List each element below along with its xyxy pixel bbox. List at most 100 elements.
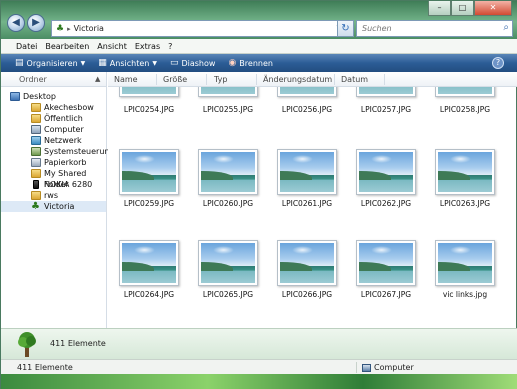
file-tile[interactable]: LPIC0263.JPG <box>427 149 503 209</box>
image-thumbnail <box>356 149 416 195</box>
file-tile[interactable]: LPIC0254.JPG <box>111 87 187 115</box>
image-thumbnail <box>356 87 416 97</box>
search-input[interactable]: Suchen ⌕ <box>356 20 513 37</box>
column-divider[interactable] <box>334 74 335 85</box>
menu-view[interactable]: Ansicht <box>97 42 127 51</box>
file-tile[interactable]: LPIC0257.JPG <box>348 87 424 115</box>
address-field[interactable]: ♣ ▸ Victoria ▼ <box>51 20 346 37</box>
command-bar: ▤ Organisieren ▼ ▦ Ansichten ▼ ▭ Diashow… <box>1 54 517 72</box>
sidebar-item-label: Systemsteuerung <box>44 147 115 156</box>
phone-icon <box>33 180 39 189</box>
menu-edit[interactable]: Bearbeiten <box>45 42 89 51</box>
sidebar-item-desktop[interactable]: Desktop <box>1 91 106 102</box>
file-name: LPIC0255.JPG <box>202 105 254 114</box>
file-tile[interactable]: LPIC0259.JPG <box>111 149 187 209</box>
file-name: LPIC0263.JPG <box>439 199 491 208</box>
file-name: LPIC0262.JPG <box>360 199 412 208</box>
menu-help[interactable]: ? <box>168 42 172 51</box>
explorer-window: ◀ ▶ ♣ ▸ Victoria ▼ ↻ Suchen ⌕ – □ ✕ Date… <box>0 0 517 389</box>
file-name: LPIC0254.JPG <box>123 105 175 114</box>
file-tile[interactable]: LPIC0264.JPG <box>111 240 187 300</box>
shared-folder-icon <box>31 169 41 178</box>
back-button[interactable]: ◀ <box>7 14 25 32</box>
sidebar-item-network[interactable]: Netzwerk <box>1 135 106 146</box>
file-tile[interactable]: LPIC0265.JPG <box>190 240 266 300</box>
views-icon: ▦ <box>98 58 107 68</box>
image-thumbnail <box>119 149 179 195</box>
file-tile[interactable]: LPIC0261.JPG <box>269 149 345 209</box>
folder-list: Desktop Akechesbow Öffentlich Computer N… <box>1 87 115 212</box>
desktop-icon <box>10 92 20 101</box>
column-date[interactable]: Datum <box>341 75 368 84</box>
status-divider <box>356 362 357 373</box>
image-thumbnail <box>277 240 337 286</box>
sidebar-item-rws[interactable]: rws <box>1 190 106 201</box>
burn-button[interactable]: ◉ Brennen <box>228 58 273 68</box>
sidebar-item-shared-folder[interactable]: My Shared Folder <box>1 168 106 189</box>
sidebar-item-victoria[interactable]: ♣ Victoria <box>1 201 106 212</box>
close-button[interactable]: ✕ <box>474 1 512 16</box>
sidebar-item-public[interactable]: Öffentlich <box>1 113 106 124</box>
image-thumbnail <box>119 87 179 97</box>
file-tile[interactable]: LPIC0255.JPG <box>190 87 266 115</box>
sidebar-item-nokia[interactable]: NOKIA 6280 <box>1 179 106 190</box>
organize-label: Organisieren <box>26 58 78 68</box>
refresh-button[interactable]: ↻ <box>337 20 354 37</box>
status-location-label: Computer <box>374 363 414 372</box>
organize-button[interactable]: ▤ Organisieren ▼ <box>15 58 85 68</box>
file-tile[interactable]: LPIC0262.JPG <box>348 149 424 209</box>
recycle-bin-icon <box>31 158 41 167</box>
file-name: LPIC0267.JPG <box>360 290 412 299</box>
image-thumbnail <box>198 240 258 286</box>
column-divider[interactable] <box>256 74 257 85</box>
image-thumbnail <box>435 240 495 286</box>
file-name: LPIC0266.JPG <box>281 290 333 299</box>
file-name: LPIC0259.JPG <box>123 199 175 208</box>
file-tile[interactable]: LPIC0267.JPG <box>348 240 424 300</box>
maximize-button[interactable]: □ <box>451 1 474 16</box>
chevron-up-icon[interactable]: ▲ <box>95 75 100 83</box>
computer-icon <box>362 363 371 372</box>
file-view: LPIC0254.JPG LPIC0255.JPG LPIC0256.JPG L… <box>108 87 510 328</box>
column-header-row: Name Größe Typ Änderungsdatum Datum <box>108 72 517 87</box>
column-divider[interactable] <box>156 74 157 85</box>
menu-tools[interactable]: Extras <box>135 42 160 51</box>
menu-file[interactable]: Datei <box>16 42 37 51</box>
column-divider[interactable] <box>384 74 385 85</box>
sidebar-item-label: Öffentlich <box>44 114 83 123</box>
chevron-down-icon: ▼ <box>80 59 86 67</box>
search-icon[interactable]: ⌕ <box>503 22 509 33</box>
slideshow-icon: ▭ <box>169 58 179 68</box>
column-size[interactable]: Größe <box>163 75 187 84</box>
status-bar: 411 Elemente Computer <box>1 359 517 374</box>
forward-button[interactable]: ▶ <box>27 14 45 32</box>
slideshow-button[interactable]: ▭ Diashow <box>170 58 215 68</box>
status-item-count: 411 Elemente <box>17 363 73 372</box>
views-button[interactable]: ▦ Ansichten ▼ <box>98 58 157 68</box>
column-divider[interactable] <box>206 74 207 85</box>
column-modified[interactable]: Änderungsdatum <box>263 75 332 84</box>
file-tile[interactable]: LPIC0260.JPG <box>190 149 266 209</box>
column-name[interactable]: Name <box>114 75 138 84</box>
file-name: LPIC0257.JPG <box>360 105 412 114</box>
file-name: LPIC0265.JPG <box>202 290 254 299</box>
file-tile[interactable]: LPIC0266.JPG <box>269 240 345 300</box>
minimize-button[interactable]: – <box>428 1 451 16</box>
file-tile[interactable]: LPIC0258.JPG <box>427 87 503 115</box>
file-tile[interactable]: vic links.jpg <box>427 240 503 300</box>
sidebar-item-control-panel[interactable]: Systemsteuerung <box>1 146 115 157</box>
sidebar-item-recycle-bin[interactable]: Papierkorb <box>1 157 106 168</box>
folders-header[interactable]: Ordner ▲ <box>1 72 106 87</box>
sidebar-item-label: rws <box>44 191 58 200</box>
computer-icon <box>31 125 41 134</box>
file-tile[interactable]: LPIC0256.JPG <box>269 87 345 115</box>
image-thumbnail <box>435 87 495 97</box>
folders-header-label: Ordner <box>19 75 47 84</box>
file-name: vic links.jpg <box>442 290 488 299</box>
status-location: Computer <box>362 363 414 372</box>
search-placeholder: Suchen <box>362 24 392 33</box>
column-type[interactable]: Typ <box>214 75 227 84</box>
sidebar-item-computer[interactable]: Computer <box>1 124 106 135</box>
sidebar-item-user[interactable]: Akechesbow <box>1 102 106 113</box>
help-button[interactable]: ? <box>492 57 504 69</box>
